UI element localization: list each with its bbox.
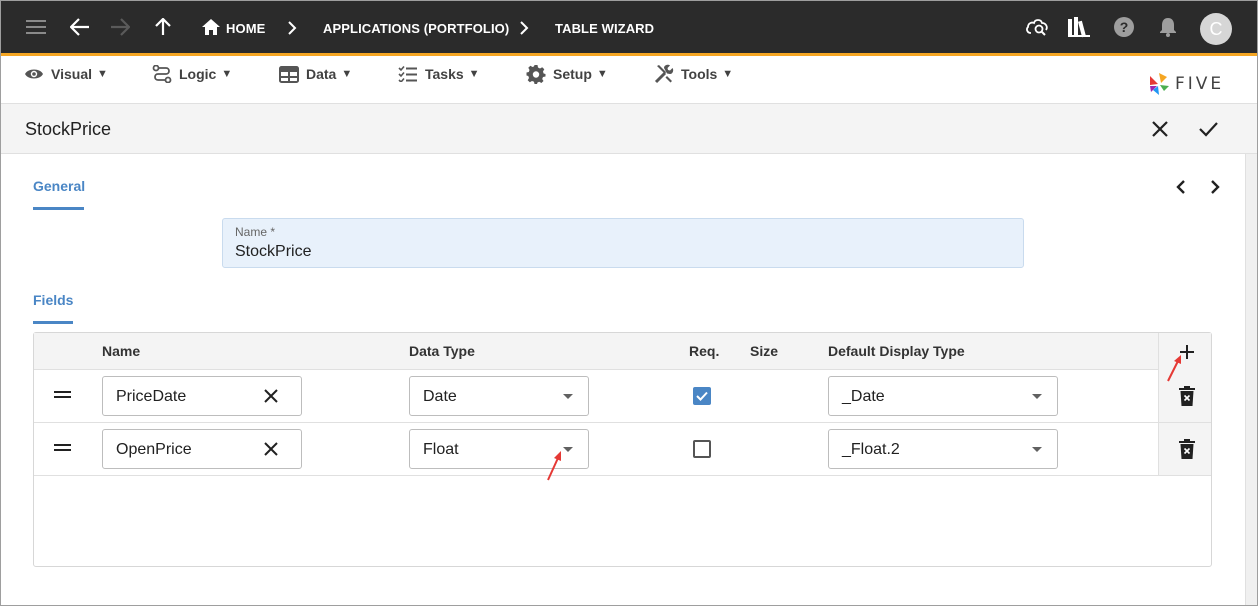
field-name-value[interactable]: PriceDate (116, 388, 186, 406)
back-arrow-icon[interactable] (68, 15, 92, 39)
menu-bar: Visual ▼ Logic ▼ Data ▼ Tasks ▼ Setup ▼ … (1, 56, 1257, 104)
five-logo: FIVE (1147, 72, 1224, 96)
tasks-icon (398, 66, 417, 82)
caret-down-icon: ▼ (341, 68, 353, 80)
cloud-search-icon[interactable] (1025, 15, 1049, 39)
display-type-value: _Date (842, 388, 885, 405)
grid-header: Name Data Type Req. Size Default Display… (34, 333, 1211, 370)
close-icon[interactable] (1148, 117, 1172, 141)
display-type-select[interactable]: _Float.2 (828, 429, 1058, 469)
app-bar: HOME APPLICATIONS (PORTFOLIO) TABLE WIZA… (1, 1, 1257, 56)
tab-fields-underline (33, 321, 73, 324)
gear-icon (526, 65, 546, 84)
menu-setup[interactable]: Setup ▼ (526, 64, 608, 84)
menu-label: Tools (681, 66, 718, 82)
chevron-left-icon[interactable] (1171, 176, 1191, 198)
clear-icon[interactable] (261, 439, 281, 459)
column-header-data-type: Data Type (409, 343, 475, 359)
column-header-size: Size (750, 343, 779, 359)
menu-label: Setup (553, 66, 592, 82)
menu-visual[interactable]: Visual ▼ (24, 64, 108, 84)
caret-down-icon: ▼ (97, 68, 108, 80)
table-row[interactable]: PriceDate Date _Date (34, 370, 1211, 423)
menu-data[interactable]: Data ▼ (279, 64, 352, 84)
caret-down-icon: ▼ (596, 68, 608, 80)
breadcrumb-applications[interactable]: APPLICATIONS (PORTFOLIO) (323, 21, 509, 36)
menu-icon[interactable] (24, 15, 48, 39)
breadcrumb-home[interactable]: HOME (226, 21, 265, 36)
caret-down-icon: ▼ (722, 68, 734, 80)
field-name-value[interactable]: OpenPrice (116, 441, 192, 459)
menu-label: Data (306, 66, 337, 82)
menu-logic[interactable]: Logic ▼ (152, 64, 232, 84)
chevron-right-icon[interactable] (1205, 176, 1225, 198)
caret-down-icon: ▼ (468, 68, 480, 80)
display-type-select[interactable]: _Date (828, 376, 1058, 416)
name-field-label: Name * (235, 225, 276, 239)
chevron-right-icon (288, 21, 297, 35)
drag-handle-icon[interactable] (54, 391, 71, 401)
name-field[interactable]: Name * StockPrice (222, 218, 1024, 268)
tab-fields[interactable]: Fields (33, 292, 73, 308)
logic-icon (152, 65, 172, 83)
up-arrow-icon[interactable] (151, 15, 175, 39)
help-icon[interactable]: ? (1112, 15, 1136, 39)
data-type-value: Float (423, 441, 459, 458)
column-header-required: Req. (689, 343, 720, 359)
clear-icon[interactable] (261, 386, 281, 406)
fields-grid: Name Data Type Req. Size Default Display… (33, 332, 1212, 567)
display-type-value: _Float.2 (842, 441, 900, 458)
five-logo-icon (1150, 73, 1169, 95)
dropdown-arrow-icon[interactable] (563, 394, 573, 399)
app-window: HOME APPLICATIONS (PORTFOLIO) TABLE WIZA… (0, 0, 1258, 606)
check-icon[interactable] (1196, 117, 1220, 141)
required-checkbox[interactable] (693, 387, 711, 405)
eye-icon (25, 69, 43, 79)
drag-handle-icon[interactable] (54, 444, 71, 454)
form-title-bar: StockPrice (1, 104, 1257, 154)
column-header-display-type: Default Display Type (828, 343, 965, 359)
data-type-value: Date (423, 388, 457, 405)
data-type-select[interactable]: Date (409, 376, 589, 416)
menu-label: Tasks (425, 66, 464, 82)
breadcrumb-table-wizard[interactable]: TABLE WIZARD (555, 21, 654, 36)
required-checkbox[interactable] (693, 440, 711, 458)
field-name-input[interactable]: PriceDate (102, 376, 302, 416)
tab-general[interactable]: General (33, 178, 85, 194)
delete-icon[interactable] (1178, 439, 1196, 459)
check-icon (696, 391, 708, 401)
menu-label: Visual (51, 66, 92, 82)
page-title: StockPrice (25, 119, 112, 139)
delete-icon[interactable] (1178, 386, 1196, 406)
scrollbar[interactable] (1245, 154, 1257, 605)
forward-arrow-icon[interactable] (108, 15, 132, 39)
dropdown-arrow-icon[interactable] (1032, 394, 1042, 399)
tab-general-underline (33, 207, 84, 210)
library-icon[interactable] (1067, 15, 1091, 39)
chevron-right-icon (520, 21, 529, 35)
annotation-arrow-icon (547, 451, 561, 481)
bell-icon[interactable] (1156, 15, 1180, 39)
table-row[interactable]: OpenPrice Float _Float.2 (34, 423, 1211, 476)
svg-text:?: ? (1120, 19, 1129, 35)
avatar[interactable]: C (1200, 13, 1232, 45)
table-icon (279, 65, 299, 83)
name-field-value[interactable]: StockPrice (235, 243, 311, 261)
tools-icon (654, 64, 674, 84)
menu-tools[interactable]: Tools ▼ (654, 64, 733, 84)
logo-text: FIVE (1175, 74, 1225, 94)
annotation-arrow-icon (1167, 355, 1181, 382)
home-icon[interactable] (199, 15, 223, 39)
caret-down-icon: ▼ (221, 68, 233, 80)
field-name-input[interactable]: OpenPrice (102, 429, 302, 469)
menu-tasks[interactable]: Tasks ▼ (398, 64, 480, 84)
column-header-name: Name (102, 343, 141, 359)
menu-label: Logic (179, 66, 217, 82)
dropdown-arrow-icon[interactable] (1032, 447, 1042, 452)
